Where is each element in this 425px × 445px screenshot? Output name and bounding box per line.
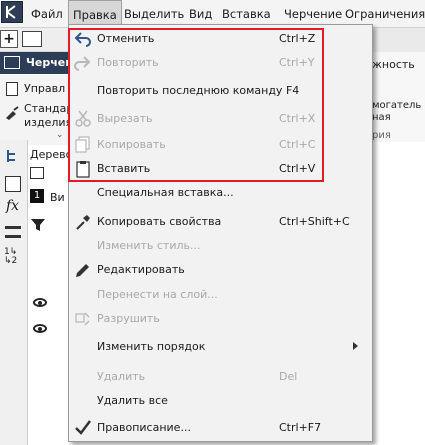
toolbar-label-products: изделия bbox=[24, 116, 73, 129]
right-label-2a: могатель bbox=[372, 100, 422, 111]
menu-item-shortcut: Del bbox=[279, 370, 298, 383]
add-icon[interactable]: + bbox=[0, 30, 18, 48]
collapse-chevron-icon[interactable]: ⌄ bbox=[56, 130, 64, 140]
right-label-1: жность bbox=[372, 58, 415, 71]
paste-icon bbox=[73, 160, 93, 178]
menu-item-spelling[interactable]: Правописание... Ctrl+F7 bbox=[69, 416, 372, 440]
scissors-icon bbox=[73, 110, 93, 128]
menu-item-label: Разрушить bbox=[97, 312, 160, 325]
menu-item-label: Специальная вставка... bbox=[97, 186, 234, 199]
menu-item-label: Редактировать bbox=[97, 263, 185, 276]
menu-item-shortcut: Ctrl+Y bbox=[279, 56, 315, 69]
tree-tab-number[interactable]: 1 bbox=[30, 189, 44, 203]
menu-item-paste[interactable]: Вставить Ctrl+V bbox=[69, 157, 372, 181]
app-logo-icon[interactable] bbox=[1, 1, 23, 23]
menu-item-label: Копировать bbox=[97, 138, 166, 151]
document-tab-label: Черчен bbox=[26, 56, 73, 69]
left-toolbar: fx 1↳ ↳2 bbox=[0, 140, 28, 445]
menu-item-label: Удалить все bbox=[97, 394, 168, 407]
edit-menu-dropdown: Отменить Ctrl+Z Повторить Ctrl+Y Повтори… bbox=[68, 24, 373, 442]
menu-item-label: Копировать свойства bbox=[97, 215, 222, 228]
pencil-icon bbox=[73, 261, 93, 279]
menu-item-label: Удалить bbox=[97, 370, 146, 383]
menu-file[interactable]: Файл bbox=[31, 0, 63, 28]
visibility-eye-icon[interactable] bbox=[33, 298, 47, 307]
list-icon[interactable] bbox=[5, 176, 21, 192]
menu-item-label: Повторить последнюю команду F4 bbox=[97, 84, 300, 97]
toolbar-label-standard: Стандар bbox=[24, 102, 74, 115]
menu-item-shortcut: Ctrl+V bbox=[279, 162, 316, 175]
menu-item-paste-special[interactable]: Специальная вставка... bbox=[69, 181, 372, 205]
menu-item-redo[interactable]: Повторить Ctrl+Y bbox=[69, 51, 372, 75]
tree-tab-label: Ви bbox=[50, 191, 65, 204]
tree-panel-title: Дерево bbox=[30, 148, 73, 161]
eyedropper-icon bbox=[73, 213, 93, 231]
filter-icon[interactable] bbox=[30, 217, 46, 233]
menu-item-shortcut: Ctrl+F7 bbox=[279, 421, 322, 434]
toolbar-label-manager: Управл bbox=[24, 82, 66, 95]
menu-item-label: Правописание... bbox=[97, 421, 191, 434]
menu-item-label: Вставить bbox=[97, 162, 151, 175]
menu-item-edit[interactable]: Редактировать bbox=[69, 258, 372, 282]
destroy-icon bbox=[73, 310, 93, 328]
manager-icon[interactable] bbox=[6, 82, 18, 96]
copy-icon bbox=[73, 136, 93, 154]
menu-item-cut[interactable]: Вырезать Ctrl+X bbox=[69, 107, 372, 131]
doc-small-icon[interactable] bbox=[30, 167, 44, 179]
right-label-3: рия bbox=[372, 130, 391, 141]
menu-item-copy[interactable]: Копировать Ctrl+C bbox=[69, 133, 372, 157]
menu-item-copy-properties[interactable]: Копировать свойства Ctrl+Shift+C bbox=[69, 210, 372, 234]
document-icon[interactable] bbox=[22, 31, 42, 47]
menu-item-label: Отменить bbox=[97, 32, 155, 45]
drawing-icon bbox=[4, 56, 20, 69]
menu-item-undo[interactable]: Отменить Ctrl+Z bbox=[69, 27, 372, 51]
document-tab[interactable]: Черчен bbox=[0, 52, 73, 74]
menu-item-delete[interactable]: Удалить Del bbox=[69, 365, 372, 389]
formula-icon[interactable]: fx bbox=[6, 198, 19, 214]
menu-item-label: Вырезать bbox=[97, 112, 153, 125]
right-panel: жность могатель ная рия bbox=[372, 52, 425, 142]
tree-panel: Дерево 1 Ви bbox=[28, 145, 72, 445]
layers-icon[interactable] bbox=[5, 226, 21, 238]
brush-icon[interactable] bbox=[4, 106, 20, 120]
menu-item-shortcut: Ctrl+Z bbox=[279, 32, 316, 45]
undo-icon bbox=[73, 30, 93, 48]
menu-item-change-order[interactable]: Изменить порядок bbox=[69, 335, 372, 359]
submenu-arrow-icon bbox=[353, 342, 358, 350]
right-label-2b: ная bbox=[372, 112, 391, 123]
menu-item-destroy[interactable]: Разрушить bbox=[69, 307, 372, 331]
numbering-icon[interactable]: 1↳ ↳2 bbox=[4, 248, 17, 266]
menu-item-move-to-layer[interactable]: Перенести на слой... bbox=[69, 283, 372, 307]
menu-item-label: Перенести на слой... bbox=[97, 288, 218, 301]
visibility-eye-icon[interactable] bbox=[33, 324, 47, 333]
menu-item-shortcut: Ctrl+Shift+C bbox=[279, 215, 350, 228]
menu-item-label: Повторить bbox=[97, 56, 159, 69]
menu-item-label: Изменить стиль... bbox=[97, 239, 201, 252]
checkmark-icon bbox=[73, 419, 93, 437]
redo-icon bbox=[73, 54, 93, 72]
menu-item-change-style[interactable]: Изменить стиль... bbox=[69, 234, 372, 258]
menu-item-label: Изменить порядок bbox=[97, 340, 206, 353]
menu-item-shortcut: Ctrl+C bbox=[279, 138, 316, 151]
right-strip bbox=[372, 28, 425, 52]
menu-item-repeat-last[interactable]: Повторить последнюю команду F4 bbox=[69, 79, 372, 103]
tree-icon[interactable] bbox=[5, 148, 21, 164]
menu-item-delete-all[interactable]: Удалить все bbox=[69, 389, 372, 413]
menu-item-shortcut: Ctrl+X bbox=[279, 112, 316, 125]
